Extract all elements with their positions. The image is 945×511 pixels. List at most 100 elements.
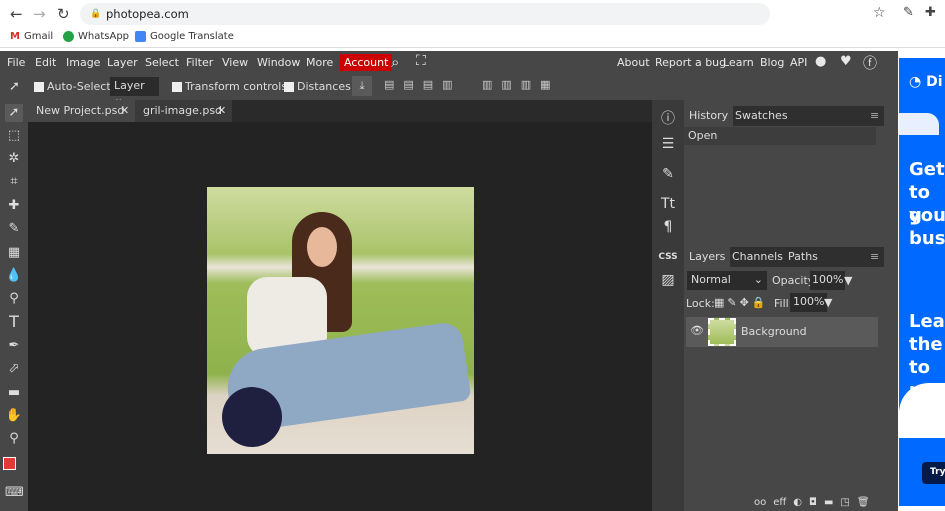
opacity-dropdown-icon[interactable]: ▼ bbox=[844, 274, 852, 287]
css-icon[interactable]: CSS bbox=[656, 246, 680, 268]
brush-tool-icon[interactable]: ✎ bbox=[5, 220, 23, 238]
blog-link[interactable]: Blog bbox=[760, 56, 784, 69]
layer-effects-icon[interactable]: eff bbox=[773, 497, 786, 508]
fill-dropdown-icon[interactable]: ▼ bbox=[824, 296, 832, 309]
menu-image[interactable]: Image bbox=[66, 56, 100, 69]
about-link[interactable]: About bbox=[617, 56, 650, 69]
ad-text: the bbox=[909, 334, 943, 355]
quick-mask-icon[interactable]: ⌨ bbox=[5, 484, 24, 502]
pen-tool-icon[interactable]: ✒ bbox=[5, 337, 23, 355]
new-layer-icon[interactable]: ◳ bbox=[840, 497, 849, 508]
twitter-icon[interactable]: ♥ bbox=[840, 54, 852, 69]
marquee-tool-icon[interactable]: ⬚ bbox=[5, 127, 23, 145]
history-item[interactable]: Open bbox=[684, 127, 876, 145]
shape-tool-icon[interactable]: ▬ bbox=[5, 384, 23, 402]
advertisement[interactable]: ◔ Di Get to g you bus Leav the to u Try bbox=[899, 58, 945, 506]
image-icon[interactable]: ▨ bbox=[656, 269, 680, 291]
download-icon[interactable]: ⤓ bbox=[352, 76, 372, 96]
delete-layer-icon[interactable]: 🗑 bbox=[857, 497, 870, 508]
fullscreen-icon[interactable]: ⛶ bbox=[416, 53, 426, 69]
menu-view[interactable]: View bbox=[222, 56, 248, 69]
hand-tool-icon[interactable]: ✋ bbox=[5, 407, 23, 425]
bookmark-gmail[interactable]: M Gmail bbox=[10, 31, 53, 42]
magic-wand-icon[interactable]: ✲ bbox=[5, 150, 23, 168]
brush-settings-icon[interactable]: ✎ bbox=[656, 163, 680, 185]
type-tool-icon[interactable]: T bbox=[5, 313, 23, 331]
dropdown-value: Layer bbox=[114, 79, 145, 92]
menu-file[interactable]: File bbox=[7, 56, 25, 69]
foreground-color-swatch[interactable] bbox=[3, 457, 16, 470]
tab-swatches[interactable]: Swatches bbox=[730, 106, 793, 126]
forward-icon[interactable]: → bbox=[33, 5, 46, 23]
menu-edit[interactable]: Edit bbox=[35, 56, 56, 69]
visibility-eye-icon[interactable]: 👁 bbox=[690, 324, 704, 337]
api-link[interactable]: API bbox=[790, 56, 807, 69]
canvas-image[interactable] bbox=[207, 187, 474, 454]
menu-window[interactable]: Window bbox=[257, 56, 300, 69]
paragraph-icon[interactable]: ¶ bbox=[656, 216, 680, 238]
bookmark-google-translate[interactable]: Google Translate bbox=[135, 31, 234, 42]
menu-more[interactable]: More bbox=[306, 56, 333, 69]
tab-history[interactable]: History bbox=[684, 106, 734, 126]
blend-mode-select[interactable]: Normal ⌄ bbox=[687, 271, 767, 290]
gradient-tool-icon[interactable]: ▦ bbox=[5, 244, 23, 262]
tab-gril-image[interactable]: gril-image.psd ✕ bbox=[135, 100, 232, 122]
adjustment-layer-icon[interactable]: ◐ bbox=[793, 497, 802, 508]
bookmark-whatsapp[interactable]: WhatsApp bbox=[63, 31, 129, 42]
close-icon[interactable]: ✕ bbox=[217, 100, 226, 122]
menu-layer[interactable]: Layer bbox=[107, 56, 138, 69]
distribute-icons[interactable]: ▥▥▥▦ bbox=[482, 78, 560, 91]
reload-icon[interactable]: ↻ bbox=[57, 5, 70, 23]
ad-text: Leav bbox=[909, 311, 945, 332]
browser-toolbar: ← → ↻ 🔒 photopea.com ☆ ✎ ✚ bbox=[0, 0, 945, 28]
menu-select[interactable]: Select bbox=[145, 56, 179, 69]
bookmark-star-icon[interactable]: ☆ bbox=[873, 5, 886, 21]
reddit-icon[interactable]: ● bbox=[815, 54, 826, 69]
align-icons[interactable]: ▤▤▤▥ bbox=[384, 78, 462, 91]
new-group-icon[interactable]: ▬ bbox=[824, 497, 833, 508]
auto-select-dropdown[interactable]: Layer ⌄ bbox=[110, 77, 159, 105]
distances-checkbox[interactable]: Distances bbox=[284, 80, 351, 93]
adjustments-icon[interactable]: ☰ bbox=[656, 133, 680, 155]
dodge-tool-icon[interactable]: ⚲ bbox=[5, 290, 23, 308]
tab-layers[interactable]: Layers bbox=[684, 247, 731, 267]
info-icon[interactable]: ⓘ bbox=[656, 108, 680, 130]
ad-try-button[interactable]: Try bbox=[922, 462, 945, 484]
layer-row[interactable]: 👁 Background bbox=[686, 317, 878, 347]
zoom-tool-icon[interactable]: ⚲ bbox=[5, 430, 23, 448]
blur-tool-icon[interactable]: 💧 bbox=[5, 267, 23, 285]
move-tool-icon[interactable]: ➚ bbox=[5, 104, 23, 122]
lock-icons[interactable]: ▦✎✥🔒 bbox=[714, 296, 769, 309]
facebook-icon[interactable]: ⓕ bbox=[863, 53, 877, 73]
layer-thumbnail bbox=[708, 318, 736, 346]
back-icon[interactable]: ← bbox=[10, 5, 23, 23]
panel-menu-icon[interactable]: ≡ bbox=[870, 250, 879, 263]
report-bug-link[interactable]: Report a bug bbox=[655, 56, 726, 69]
menu-filter[interactable]: Filter bbox=[186, 56, 213, 69]
fill-input[interactable]: 100% bbox=[790, 293, 828, 312]
layer-mask-icon[interactable]: ◘ bbox=[809, 497, 817, 508]
crop-tool-icon[interactable]: ⌗ bbox=[5, 173, 23, 191]
auto-select-checkbox[interactable]: Auto-Select bbox=[34, 80, 111, 93]
extensions-icon[interactable]: ✚ bbox=[925, 5, 936, 20]
account-button[interactable]: Account bbox=[340, 54, 393, 71]
tab-channels[interactable]: Channels bbox=[727, 247, 788, 267]
translate-icon bbox=[135, 31, 146, 42]
layer-footer: oo eff ◐ ◘ ▬ ◳ 🗑 bbox=[754, 497, 870, 508]
learn-link[interactable]: Learn bbox=[723, 56, 754, 69]
link-layers-icon[interactable]: oo bbox=[754, 497, 766, 508]
close-icon[interactable]: ✕ bbox=[120, 100, 129, 122]
eyedropper-icon[interactable]: ✎ bbox=[903, 5, 914, 20]
tab-paths[interactable]: Paths bbox=[783, 247, 823, 267]
gmail-icon: M bbox=[10, 31, 20, 42]
transform-controls-checkbox[interactable]: Transform controls bbox=[172, 80, 287, 93]
healing-tool-icon[interactable]: ✚ bbox=[5, 197, 23, 215]
tab-new-project[interactable]: New Project.psd ✕ bbox=[28, 100, 135, 122]
document-tabs: New Project.psd ✕ gril-image.psd ✕ bbox=[28, 100, 652, 122]
panel-menu-icon[interactable]: ≡ bbox=[870, 109, 879, 122]
search-icon[interactable]: ⌕ bbox=[391, 53, 399, 71]
address-bar[interactable]: 🔒 photopea.com bbox=[80, 3, 770, 25]
opacity-input[interactable]: 100% bbox=[810, 271, 846, 290]
character-icon[interactable]: Tt bbox=[656, 193, 680, 215]
path-select-icon[interactable]: ⬀ bbox=[5, 360, 23, 378]
